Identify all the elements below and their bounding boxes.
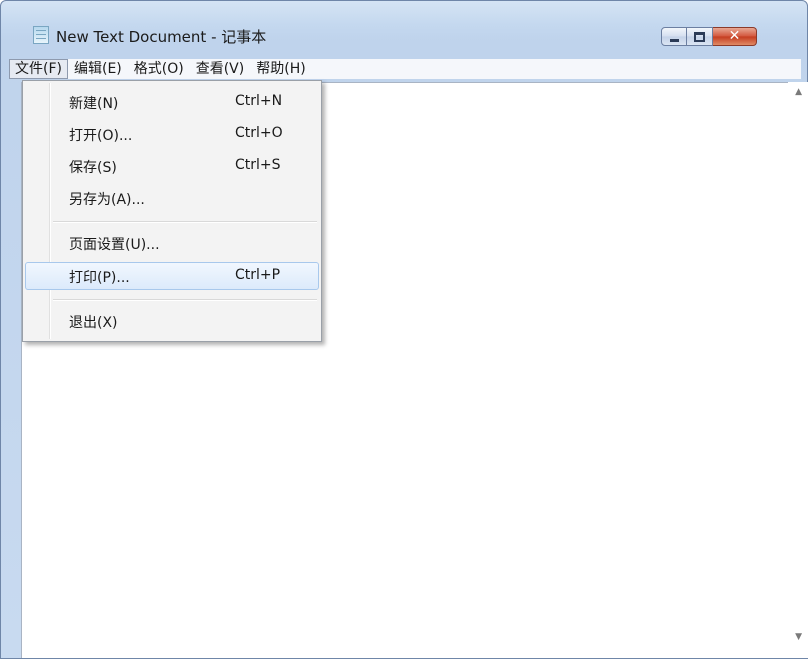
menu-item-save[interactable]: 保存(S) Ctrl+S: [25, 152, 319, 180]
menu-file[interactable]: 文件(F): [9, 59, 68, 79]
window-title: New Text Document - 记事本: [56, 28, 267, 46]
menu-item-label: 打印(P)...: [69, 270, 130, 286]
close-button[interactable]: ✕: [713, 27, 757, 46]
caption-buttons: ✕: [661, 27, 757, 47]
menu-item-label: 退出(X): [69, 315, 118, 331]
title-bar[interactable]: New Text Document - 记事本 ✕: [1, 1, 807, 46]
close-icon: ✕: [728, 28, 741, 44]
scroll-up-icon[interactable]: ▲: [795, 87, 802, 97]
menu-item-print[interactable]: 打印(P)... Ctrl+P: [25, 262, 319, 290]
maximize-button[interactable]: [687, 27, 713, 46]
menu-format[interactable]: 格式(O): [128, 59, 190, 79]
menu-help[interactable]: 帮助(H): [250, 59, 311, 79]
menu-item-shortcut: Ctrl+P: [235, 267, 281, 283]
menu-item-shortcut: Ctrl+N: [235, 93, 283, 109]
minimize-button[interactable]: [661, 27, 687, 46]
menu-edit[interactable]: 编辑(E): [68, 59, 128, 79]
menu-item-label: 另存为(A)...: [69, 192, 145, 208]
maximize-icon: [694, 32, 705, 42]
menu-bar: 文件(F) 编辑(E) 格式(O) 查看(V) 帮助(H): [9, 59, 801, 79]
menu-item-open[interactable]: 打开(O)... Ctrl+O: [25, 120, 319, 148]
menu-item-shortcut: Ctrl+S: [235, 157, 281, 173]
menu-item-exit[interactable]: 退出(X): [25, 307, 319, 335]
menu-item-save-as[interactable]: 另存为(A)...: [25, 184, 319, 212]
menu-item-label: 页面设置(U)...: [69, 237, 160, 253]
menu-separator: [53, 299, 317, 301]
scroll-down-icon[interactable]: ▼: [795, 632, 802, 642]
menu-item-label: 打开(O)...: [69, 128, 133, 144]
minimize-icon: [670, 39, 679, 42]
menu-item-new[interactable]: 新建(N) Ctrl+N: [25, 88, 319, 116]
file-menu-dropdown: 新建(N) Ctrl+N 打开(O)... Ctrl+O 保存(S) Ctrl+…: [22, 80, 322, 342]
notepad-icon[interactable]: [33, 26, 49, 44]
menu-separator: [53, 221, 317, 223]
menu-item-label: 新建(N): [69, 96, 119, 112]
menu-item-shortcut: Ctrl+O: [235, 125, 283, 141]
menu-item-page-setup[interactable]: 页面设置(U)...: [25, 229, 319, 257]
vertical-scrollbar[interactable]: [788, 82, 808, 658]
menu-view[interactable]: 查看(V): [190, 59, 251, 79]
menu-item-label: 保存(S): [69, 160, 117, 176]
